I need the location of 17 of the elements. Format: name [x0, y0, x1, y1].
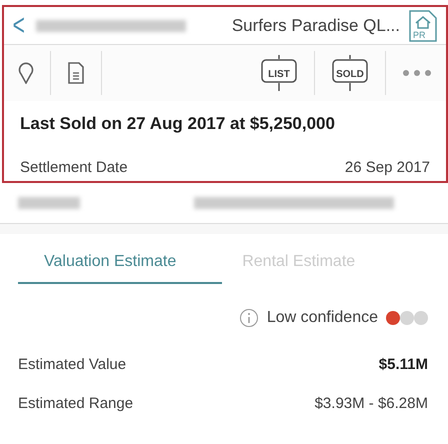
last-sold-text: Last Sold on 27 Aug 2017 at $5,250,000	[19, 113, 336, 135]
estimate-value: $5.11M	[378, 355, 428, 375]
document-icon[interactable]	[67, 60, 85, 86]
estimate-tab[interactable]: Valuation Estimate	[44, 246, 176, 278]
back-button[interactable]: <	[12, 10, 25, 40]
property-title: Surfers Paradise QL...	[232, 14, 400, 37]
estimate-label: Estimated Value	[18, 355, 126, 375]
more-button[interactable]	[402, 69, 432, 77]
detail-value: 26 Sep 2017	[344, 158, 430, 178]
confidence-text: Low confidence	[266, 308, 378, 328]
blurred-text	[18, 197, 80, 209]
estimate-value: $3.93M - $6.28M	[314, 394, 428, 414]
detail-label: Settlement Date	[20, 158, 128, 178]
estimate-label: Estimated Range	[18, 394, 134, 414]
report-button[interactable]: PR	[408, 8, 438, 42]
pin-icon[interactable]	[18, 61, 34, 85]
info-icon[interactable]	[238, 308, 259, 328]
